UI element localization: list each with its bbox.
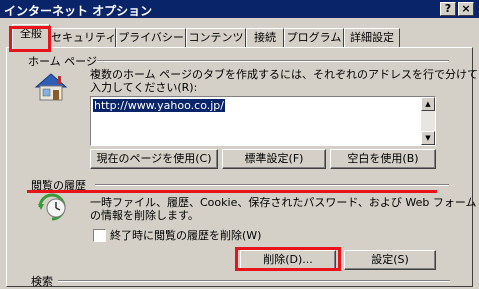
highlight-history-underline: [27, 190, 437, 193]
delete-on-exit-checkbox[interactable]: [93, 229, 106, 242]
search-divider: [58, 280, 450, 282]
history-description-line2: の情報を削除します。: [90, 209, 199, 222]
homepage-description-line2: 入力してください(R):: [90, 81, 198, 94]
settings-button[interactable]: 設定(S): [344, 250, 436, 270]
scroll-down-arrow-icon[interactable]: ▼: [421, 131, 435, 145]
homepage-divider: [97, 60, 449, 62]
search-section-title: 検索: [31, 275, 53, 288]
history-clock-icon: [38, 193, 70, 224]
close-button[interactable]: ×: [458, 2, 474, 16]
history-divider: [95, 184, 449, 186]
title-bar: インターネット オプション ? ×: [0, 0, 479, 18]
use-default-button[interactable]: 標準設定(F): [222, 149, 326, 169]
help-button[interactable]: ?: [440, 2, 456, 16]
use-blank-button[interactable]: 空白を使用(B): [330, 149, 436, 169]
delete-on-exit-label[interactable]: 終了時に閲覧の履歴を削除(W): [110, 229, 261, 243]
homepage-description-line1: 複数のホーム ページのタブを作成するには、それぞれのアドレスを行で分けて: [90, 68, 478, 81]
homepage-url-list[interactable]: http://www.yahoo.co.jp/ ▲ ▼: [90, 96, 436, 146]
homepage-url[interactable]: http://www.yahoo.co.jp/: [93, 99, 225, 112]
window-title: インターネット オプション: [4, 4, 153, 18]
delete-button[interactable]: 削除(D)...: [240, 250, 336, 270]
tab-privacy[interactable]: プライバシー: [116, 28, 186, 48]
homepage-scrollbar[interactable]: ▲ ▼: [421, 97, 435, 145]
history-description-line1: 一時ファイル、履歴、Cookie、保存されたパスワード、および Web フォーム: [90, 196, 477, 209]
tab-programs[interactable]: プログラム: [284, 28, 344, 48]
tab-advanced[interactable]: 詳細設定: [344, 28, 400, 48]
tab-general[interactable]: 全般: [12, 24, 50, 50]
tab-security[interactable]: セキュリティ: [50, 28, 116, 48]
tab-connections[interactable]: 接続: [246, 28, 284, 48]
tab-strip: 全般 セキュリティ プライバシー コンテンツ 接続 プログラム 詳細設定: [6, 24, 474, 50]
use-current-button[interactable]: 現在のページを使用(C): [90, 149, 218, 169]
tab-content[interactable]: コンテンツ: [186, 28, 246, 48]
scroll-up-arrow-icon[interactable]: ▲: [421, 97, 435, 111]
home-icon: [33, 72, 69, 105]
homepage-section-title: ホーム ページ: [28, 55, 97, 68]
